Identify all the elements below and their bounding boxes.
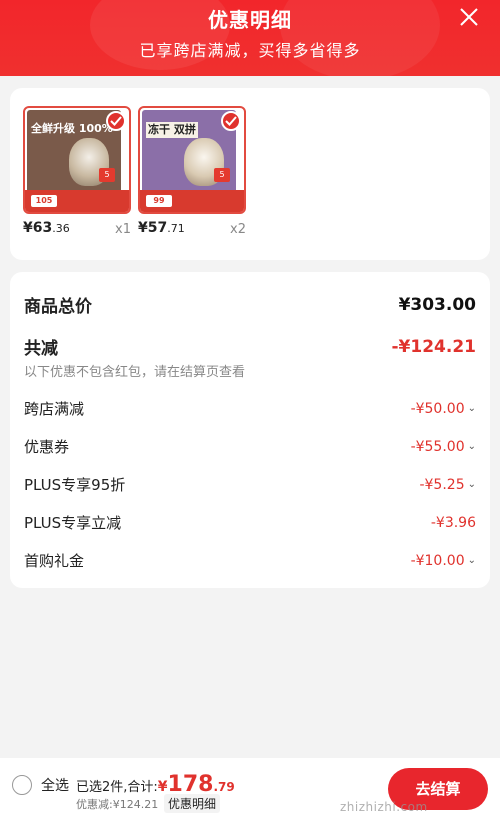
discount-label: 首购礼金: [24, 552, 85, 570]
product-quantity: x1: [115, 222, 131, 237]
chevron-down-icon: ⌄: [467, 403, 476, 414]
page-subtitle: 已享跨店满减，买得多省得多: [139, 41, 361, 60]
header-banner: 优惠明细 已享跨店满减，买得多省得多: [0, 0, 500, 76]
image-price: 99: [146, 195, 172, 207]
image-price: 105: [31, 195, 57, 207]
product-item[interactable]: 全鲜升级 100% 5 105 ¥63.36 x1: [23, 106, 133, 237]
selected-check-icon[interactable]: [221, 111, 241, 131]
reduce-value: -¥124.21: [391, 336, 477, 357]
product-image-text: 冻干 双拼: [146, 122, 198, 138]
total-currency: ¥: [157, 779, 168, 795]
product-item[interactable]: 冻干 双拼 5 99 ¥57.71 x2: [138, 106, 248, 237]
selected-count-text: 已选2件,合计:: [76, 780, 158, 795]
discount-badge: 5: [99, 168, 115, 182]
product-quantity: x2: [230, 222, 246, 237]
discount-value: -¥50.00: [410, 400, 465, 417]
watermark: zhizhizhi.com: [340, 800, 428, 814]
reduce-row: 共减 -¥124.21: [24, 334, 477, 360]
discount-label: 跨店满减: [24, 400, 85, 418]
select-all-radio[interactable]: [12, 775, 32, 795]
discount-label: 优惠券: [24, 438, 70, 456]
discount-summary: 商品总价 ¥303.00 共减 -¥124.21 以下优惠不包含红包，请在结算页…: [10, 272, 490, 588]
close-button[interactable]: [458, 6, 480, 28]
total-value: ¥303.00: [398, 294, 476, 315]
discount-note: 以下优惠不包含红包，请在结算页查看: [24, 365, 246, 380]
price-decimal: .36: [52, 222, 70, 235]
close-icon: [460, 8, 478, 26]
total-amount-decimal: .79: [213, 780, 235, 794]
discount-label: PLUS专享95折: [24, 476, 126, 494]
price-integer: ¥57: [138, 220, 168, 236]
discount-item-first-purchase[interactable]: 首购礼金 -¥10.00 ⌄: [24, 550, 476, 571]
discount-detail-button[interactable]: 优惠明细: [164, 794, 221, 813]
product-image[interactable]: 冻干 双拼 5 99: [138, 106, 246, 214]
reduce-label: 共减: [24, 339, 58, 359]
discount-item-plus-reduce: PLUS专享立减 -¥3.96: [24, 512, 476, 533]
selected-check-icon[interactable]: [106, 111, 126, 131]
chevron-down-icon: ⌄: [467, 479, 476, 490]
chevron-down-icon: ⌄: [467, 555, 476, 566]
select-all-label[interactable]: 全选: [41, 775, 69, 795]
total-row: 商品总价 ¥303.00: [24, 292, 476, 318]
product-image[interactable]: 全鲜升级 100% 5 105: [23, 106, 131, 214]
discount-badge: 5: [214, 168, 230, 182]
price-decimal: .71: [167, 222, 185, 235]
discount-value: -¥55.00: [410, 438, 465, 455]
total-label: 商品总价: [24, 297, 92, 317]
discount-value: -¥3.96: [430, 514, 476, 531]
discount-value: -¥5.25: [419, 476, 465, 493]
discount-item-coupon[interactable]: 优惠券 -¥55.00 ⌄: [24, 436, 476, 457]
price-integer: ¥63: [23, 220, 53, 236]
product-price: ¥57.71: [138, 220, 185, 236]
page-title: 优惠明细: [208, 8, 292, 32]
discount-item-cross-store[interactable]: 跨店满减 -¥50.00 ⌄: [24, 398, 476, 419]
chevron-down-icon: ⌄: [467, 441, 476, 452]
reduced-amount: 优惠减:¥124.21: [76, 798, 159, 811]
discount-value: -¥10.00: [410, 552, 465, 569]
product-image-text: 全鲜升级 100%: [31, 122, 113, 135]
product-list: 全鲜升级 100% 5 105 ¥63.36 x1 冻干 双拼 5 99 ¥57…: [10, 88, 490, 260]
discount-label: PLUS专享立减: [24, 514, 122, 532]
discount-item-plus-95[interactable]: PLUS专享95折 -¥5.25 ⌄: [24, 474, 476, 495]
product-price: ¥63.36: [23, 220, 70, 236]
checkout-bar: 全选 已选2件,合计:¥178.79 优惠减:¥124.21 优惠明细 去结算: [0, 758, 500, 830]
